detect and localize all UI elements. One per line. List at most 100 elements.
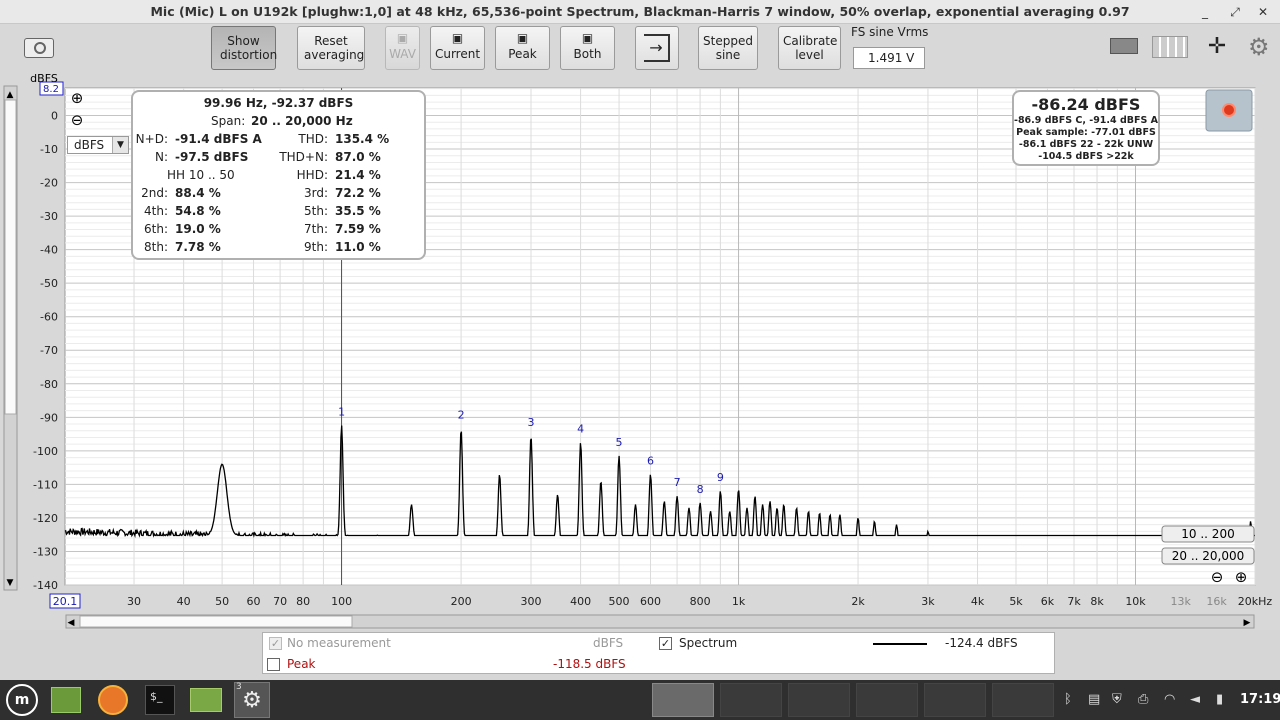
no-measurement-checkbox[interactable]: ✓ — [269, 637, 282, 650]
workspace-4[interactable] — [856, 683, 918, 717]
harmonic-marker: 8 — [697, 483, 704, 496]
import-button[interactable]: → — [635, 26, 679, 70]
spectrum-checkbox[interactable]: ✓ — [659, 637, 672, 650]
spectrum-chart[interactable]: ▲ ▼ 0 -10 -20 -30 -40 -50 -60 -70 -80 -90 -100 -110… — [0, 70, 1280, 630]
peak-value: -118.5 dBFS — [553, 657, 626, 671]
readout-value: 87.0 % — [335, 150, 381, 164]
vertical-scroll-thumb[interactable] — [4, 99, 17, 415]
readout-value: 72.2 % — [335, 186, 381, 200]
x-zoom-out-icon[interactable]: ⊖ — [1211, 568, 1224, 586]
move-icon[interactable]: ✛ — [1200, 33, 1234, 61]
calibrate-level-button[interactable]: Calibrate level — [778, 26, 841, 70]
columns-icon[interactable] — [1152, 36, 1188, 58]
unit-select-value: dBFS — [74, 138, 105, 152]
x-tick-label: 50 — [215, 595, 229, 608]
reset-averaging-label: Reset averaging — [304, 34, 365, 62]
distortion-readout-panel: 99.96 Hz, -92.37 dBFS Span: 20 .. 20,000… — [131, 90, 426, 260]
printer-icon[interactable]: ⎙ — [1138, 692, 1148, 707]
files-icon[interactable] — [190, 688, 222, 712]
workspace-5[interactable] — [924, 683, 986, 717]
x-tick-label: 200 — [451, 595, 472, 608]
y-tick-label: -60 — [40, 311, 58, 324]
gear-icon[interactable]: ⚙ — [1248, 33, 1274, 61]
readout-value: 11.0 % — [335, 240, 381, 254]
workspace-3[interactable] — [788, 683, 850, 717]
x-zoom-in-icon[interactable]: ⊕ — [1235, 568, 1248, 586]
x-tick-label: 6k — [1041, 595, 1055, 608]
wifi-icon[interactable]: ◠ — [1164, 692, 1175, 707]
restore-icon[interactable]: ⤢ — [1226, 3, 1244, 21]
zoom-out-icon[interactable]: ⊖ — [71, 111, 84, 129]
peak-checkbox[interactable] — [267, 658, 280, 671]
mint-menu-icon[interactable]: m — [6, 684, 38, 716]
readout-label: 3rd: — [303, 186, 328, 200]
readout-value: 21.4 % — [335, 168, 381, 182]
reset-averaging-button[interactable]: Reset averaging — [297, 26, 365, 70]
current-label: Current — [434, 47, 481, 61]
clock: 17:19 — [1240, 692, 1280, 707]
calibrate-level-label: Calibrate level — [783, 34, 838, 62]
fs-sine-field[interactable]: 1.491 V — [853, 47, 925, 69]
peak-button[interactable]: ▣ Peak — [495, 26, 550, 70]
x-tick-label: 60 — [247, 595, 261, 608]
wav-button[interactable]: ▣ WAV — [385, 26, 420, 70]
terminal-icon[interactable]: $_ — [145, 685, 175, 715]
volume-icon[interactable]: ◄ — [1190, 692, 1200, 707]
x-tick-label: 500 — [609, 595, 630, 608]
save-icon: ▣ — [396, 31, 409, 45]
clipboard-icon[interactable]: ▤ — [1088, 692, 1100, 707]
close-icon[interactable]: ✕ — [1254, 3, 1272, 21]
minimize-icon[interactable]: _ — [1196, 3, 1214, 21]
firefox-icon[interactable] — [98, 685, 128, 715]
x-tick-label: 10k — [1125, 595, 1146, 608]
window-count-badge: 3 — [236, 682, 242, 692]
stepped-sine-button[interactable]: Stepped sine — [698, 26, 758, 70]
horizontal-scroll-thumb[interactable] — [79, 615, 353, 628]
spectrum-value: -124.4 dBFS — [945, 636, 1018, 650]
y-tick-label: -70 — [40, 344, 58, 357]
zoom-in-icon[interactable]: ⊕ — [71, 89, 84, 107]
y-tick-label: -40 — [40, 244, 58, 257]
x-tick-label: 100 — [331, 595, 352, 608]
harmonic-marker: 5 — [616, 436, 623, 449]
spectrum-line-swatch — [873, 643, 927, 645]
save-icon: ▣ — [581, 31, 594, 45]
no-measurement-label: No measurement — [287, 636, 391, 650]
desktop-icon[interactable] — [51, 687, 81, 713]
level-main: -86.24 dBFS — [1031, 95, 1141, 114]
save-icon: ▣ — [516, 31, 529, 45]
y-tick-label: -110 — [33, 478, 58, 491]
spectrum-label: Spectrum — [679, 636, 738, 650]
cursor-readout: 99.96 Hz, -92.37 dBFS — [203, 96, 354, 110]
y-tick-label: 0 — [51, 109, 58, 122]
show-distortion-button[interactable]: Show distortion — [211, 26, 277, 70]
y-tick-label: -140 — [33, 579, 58, 592]
x-tick-label: 8k — [1090, 595, 1104, 608]
readout-label: THD: — [298, 132, 328, 146]
y-tick-label: -90 — [40, 411, 58, 424]
unit-select[interactable]: dBFS ▼ — [67, 136, 129, 154]
x-tick-label: 1k — [732, 595, 746, 608]
readout-value: 35.5 % — [335, 204, 381, 218]
x-tick-label: 80 — [296, 595, 310, 608]
both-button[interactable]: ▣ Both — [560, 26, 615, 70]
camera-icon[interactable] — [24, 38, 54, 58]
level-line: Peak sample: -77.01 dBFS — [1016, 127, 1156, 138]
battery-icon[interactable]: ▮ — [1216, 692, 1223, 707]
x-tick-label: 7k — [1067, 595, 1081, 608]
workspace-1[interactable] — [652, 683, 714, 717]
workspace-2[interactable] — [720, 683, 782, 717]
layout-icon[interactable] — [1104, 36, 1142, 58]
readout-value: 135.4 % — [335, 132, 390, 146]
save-icon: ▣ — [451, 31, 464, 45]
current-button[interactable]: ▣ Current — [430, 26, 485, 70]
readout-label: 2nd: — [141, 186, 168, 200]
import-icon: → — [644, 34, 670, 62]
peak-label: Peak — [287, 657, 316, 671]
shield-icon[interactable]: ⛨ — [1112, 692, 1122, 707]
workspace-6[interactable] — [992, 683, 1054, 717]
bluetooth-icon[interactable]: ᛒ — [1064, 692, 1072, 707]
span-value: 20 .. 20,000 Hz — [251, 114, 353, 128]
range-10-200-label: 10 .. 200 — [1181, 527, 1234, 541]
x-tick-label: 300 — [520, 595, 541, 608]
